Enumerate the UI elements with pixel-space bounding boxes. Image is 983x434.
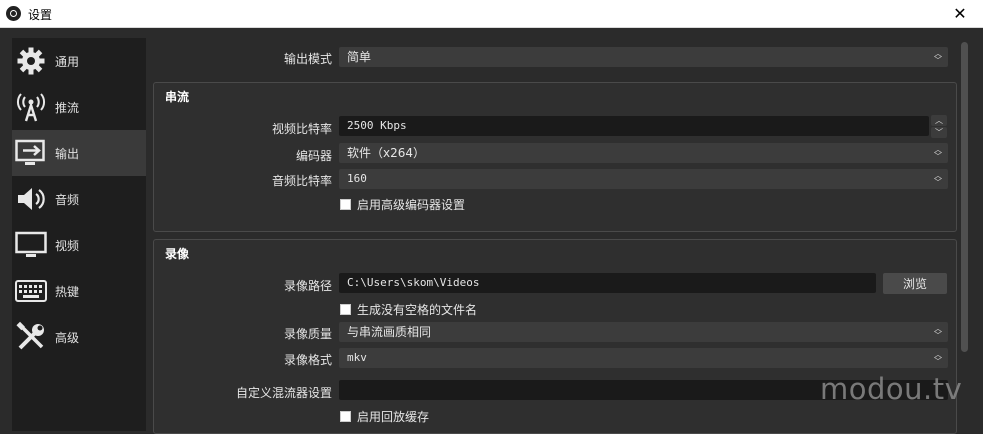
replay-buffer-checkbox-row[interactable]: 启用回放缓存	[340, 408, 429, 425]
no-space-filename-checkbox[interactable]	[340, 304, 351, 315]
browse-button-label: 浏览	[902, 277, 927, 291]
sidebar-item-label: 推流	[55, 100, 80, 115]
watermark: modou.tv	[820, 372, 963, 406]
recording-path-label: 录像路径	[283, 279, 332, 293]
settings-sidebar: 通用 推流 输出 音频 视频 热键 高级	[12, 38, 146, 431]
sidebar-item-label: 音频	[55, 192, 80, 207]
sidebar-item-general[interactable]: 通用	[12, 38, 146, 84]
speaker-icon	[15, 183, 47, 215]
recording-quality-label: 录像质量	[283, 327, 332, 341]
gear-icon	[15, 45, 47, 77]
updown-arrows-icon: ︿ ﹀	[934, 324, 942, 340]
advanced-encoder-checkbox-label: 启用高级编码器设置	[357, 198, 466, 212]
custom-muxer-label: 自定义混流器设置	[235, 386, 332, 400]
broadcast-icon	[15, 91, 47, 123]
audio-bitrate-select[interactable]: 160 ︿ ﹀	[339, 169, 948, 189]
output-mode-value: 简单	[347, 50, 372, 64]
sidebar-item-video[interactable]: 视频	[12, 222, 146, 268]
no-space-filename-checkbox-row[interactable]: 生成没有空格的文件名	[340, 301, 477, 318]
browse-button[interactable]: 浏览	[883, 273, 947, 294]
sidebar-item-label: 视频	[55, 238, 80, 253]
spin-down-icon[interactable]: ﹀	[931, 127, 947, 138]
window-title: 设置	[28, 8, 53, 22]
updown-arrows-icon: ︿ ﹀	[934, 145, 942, 161]
recording-format-select[interactable]: mkv ︿ ﹀	[339, 348, 948, 368]
output-mode-select[interactable]: 简单 ︿ ﹀	[339, 47, 948, 67]
sidebar-item-label: 通用	[55, 54, 80, 69]
audio-bitrate-label: 音频比特率	[271, 174, 332, 188]
close-button[interactable]: ✕	[937, 0, 983, 27]
recording-quality-select[interactable]: 与串流画质相同 ︿ ﹀	[339, 322, 948, 342]
sidebar-item-hotkeys[interactable]: 热键	[12, 268, 146, 314]
sidebar-item-label: 热键	[55, 284, 80, 299]
sidebar-item-label: 输出	[55, 146, 80, 161]
no-space-filename-checkbox-label: 生成没有空格的文件名	[357, 303, 478, 317]
video-bitrate-label: 视频比特率	[271, 122, 332, 136]
tools-icon	[15, 321, 47, 353]
spin-up-icon[interactable]: ︿	[931, 115, 947, 126]
scrollbar-thumb[interactable]	[961, 42, 968, 352]
updown-arrows-icon: ︿ ﹀	[934, 171, 942, 187]
updown-arrows-icon: ︿ ﹀	[934, 49, 942, 65]
sidebar-item-audio[interactable]: 音频	[12, 176, 146, 222]
encoder-value: 软件（x264）	[347, 146, 426, 160]
advanced-encoder-checkbox[interactable]	[340, 199, 351, 210]
recording-group-title: 录像	[165, 247, 190, 261]
recording-format-label: 录像格式	[283, 353, 332, 367]
encoder-label: 编码器	[295, 149, 332, 163]
title-bar: 设置 ✕	[0, 0, 983, 28]
obs-logo-icon	[6, 6, 21, 21]
sidebar-item-output[interactable]: 输出	[12, 130, 146, 176]
video-bitrate-spinner[interactable]: ︿ ﹀	[931, 115, 947, 138]
streaming-group-title: 串流	[165, 90, 190, 104]
sidebar-item-stream[interactable]: 推流	[12, 84, 146, 130]
close-icon: ✕	[953, 4, 967, 23]
replay-buffer-checkbox[interactable]	[340, 411, 351, 422]
keyboard-icon	[15, 275, 47, 307]
output-monitor-icon	[15, 137, 47, 169]
encoder-select[interactable]: 软件（x264） ︿ ﹀	[339, 143, 948, 163]
recording-path-input[interactable]: C:\Users\skom\Videos	[339, 273, 876, 293]
recording-quality-value: 与串流画质相同	[347, 325, 432, 339]
video-bitrate-input[interactable]: 2500 Kbps	[339, 116, 929, 136]
recording-format-value: mkv	[347, 351, 367, 364]
recording-path-value: C:\Users\skom\Videos	[347, 276, 480, 289]
sidebar-item-label: 高级	[55, 330, 80, 345]
output-mode-label: 输出模式	[283, 52, 332, 66]
monitor-icon	[15, 229, 47, 261]
updown-arrows-icon: ︿ ﹀	[934, 350, 942, 366]
audio-bitrate-value: 160	[347, 172, 367, 185]
video-bitrate-value: 2500 Kbps	[347, 119, 407, 132]
replay-buffer-checkbox-label: 启用回放缓存	[357, 410, 430, 424]
advanced-encoder-checkbox-row[interactable]: 启用高级编码器设置	[340, 196, 465, 213]
sidebar-item-advanced[interactable]: 高级	[12, 314, 146, 360]
